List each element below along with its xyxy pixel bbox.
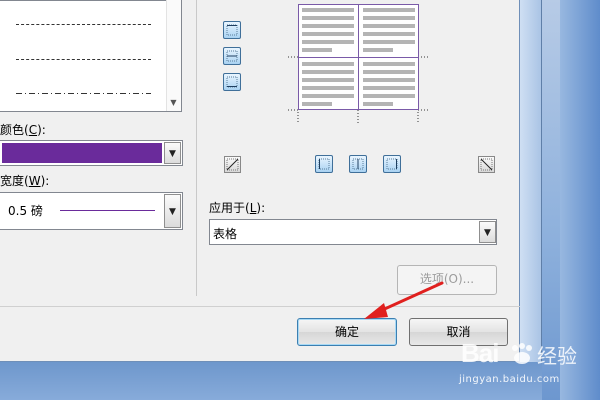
red-arrow-annotation [360,275,460,325]
width-label: 宽度(W): [0,174,50,188]
watermark-brand: Bai [461,338,499,368]
border-right-button[interactable] [383,155,401,173]
diagonal-up-icon [226,158,239,171]
table-preview-graphic [288,4,428,124]
border-diagonal-up-button[interactable] [224,156,241,173]
line-style-dash-dot[interactable] [16,93,151,94]
border-diagonal-down-button[interactable] [478,156,495,173]
baidu-watermark: Bai 经验 jingyan.baidu.com [455,336,600,400]
apply-to-dropdown-button[interactable]: ▼ [479,221,496,243]
width-line-sample [60,210,155,211]
arrow-icon [364,281,444,319]
border-inside-horizontal-button[interactable] [223,47,241,65]
color-dropdown-button[interactable]: ▼ [164,142,181,164]
border-right-icon [386,158,398,170]
apply-to-dropdown[interactable] [209,219,497,245]
line-style-scrollbar[interactable] [166,0,181,111]
border-top-icon [226,24,238,36]
diagonal-down-icon [480,158,493,171]
border-left-icon [318,158,330,170]
border-preview[interactable] [288,0,428,126]
chevron-down-icon: ▼ [484,228,491,238]
border-bottom-button[interactable] [223,73,241,91]
color-label: 颜色(C): [0,123,46,137]
color-swatch [2,143,162,163]
watermark-brand-suffix: 经验 [537,344,577,368]
border-inside-vertical-button[interactable] [349,155,367,173]
border-left-button[interactable] [315,155,333,173]
border-top-button[interactable] [223,21,241,39]
line-style-dashed-long[interactable] [16,59,151,60]
border-inside-vertical-icon [352,158,364,170]
pane-separator [196,0,197,296]
line-style-list[interactable] [0,0,182,112]
apply-to-label: 应用于(L): [209,201,266,215]
scroll-down-arrow-icon[interactable]: ▼ [166,96,181,110]
width-dropdown-button[interactable]: ▼ [164,194,181,228]
dialog-right-frame [520,0,542,362]
width-value: 0.5 磅 [8,204,43,218]
border-bottom-icon [226,76,238,88]
apply-to-value: 表格 [213,227,238,241]
line-style-dashed-short[interactable] [16,24,151,25]
border-inside-horizontal-icon [226,50,238,62]
chevron-down-icon: ▼ [169,207,176,217]
paw-logo-icon [507,342,537,364]
watermark-url: jingyan.baidu.com [459,374,560,385]
chevron-down-icon: ▼ [169,149,176,159]
